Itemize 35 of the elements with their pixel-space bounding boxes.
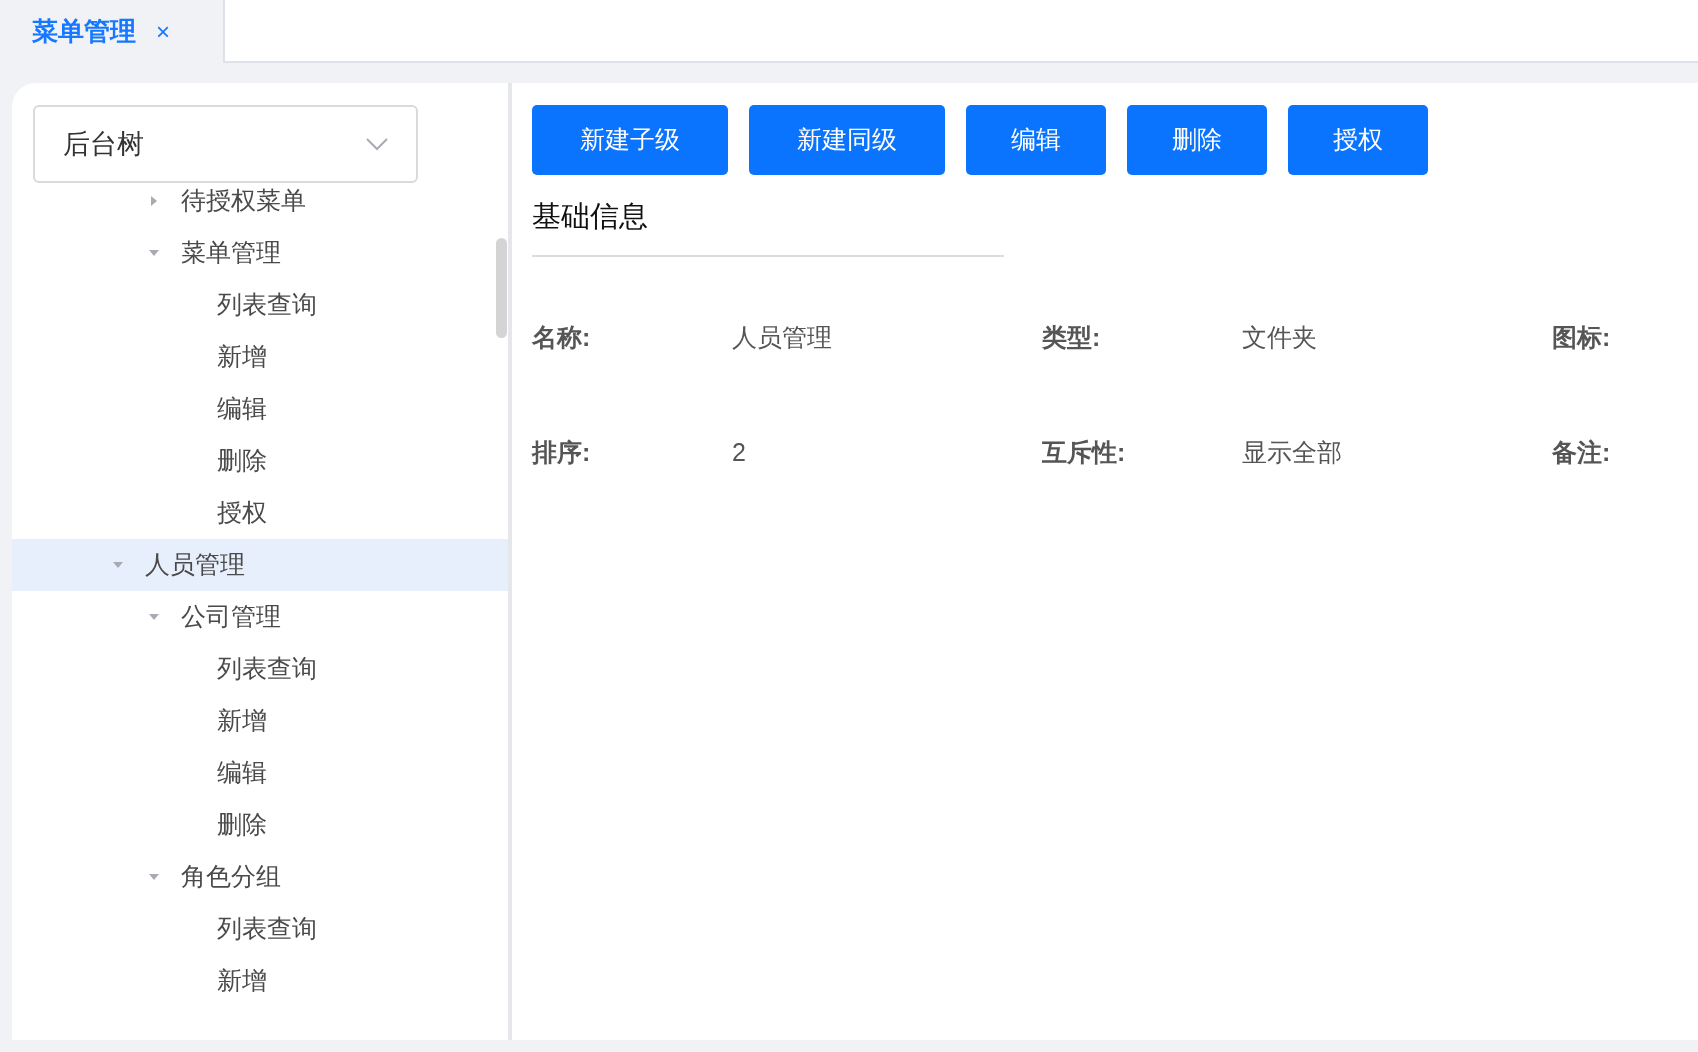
tree-item[interactable]: 编辑	[12, 383, 508, 435]
tree-item[interactable]: 新增	[12, 331, 508, 383]
tree-item[interactable]: 角色分组	[12, 851, 508, 903]
action-button[interactable]: 编辑	[966, 105, 1106, 175]
field-label: 名称:	[532, 321, 591, 353]
tree-item[interactable]: 编辑	[12, 747, 508, 799]
field-value: 人员管理	[732, 321, 832, 353]
close-icon[interactable]: ×	[156, 13, 170, 50]
chevron-down-icon[interactable]	[366, 137, 388, 151]
section-title: 基础信息	[532, 200, 648, 232]
tree-item[interactable]: 菜单管理	[12, 227, 508, 279]
scrollbar-thumb[interactable]	[496, 238, 507, 338]
field-value: 显示全部	[1242, 437, 1342, 468]
tree-item[interactable]: 列表查询	[12, 643, 508, 695]
field-label: 排序:	[532, 437, 591, 468]
tree-item[interactable]: 新增	[12, 955, 508, 1007]
field-value: 2	[732, 437, 746, 468]
tree-item[interactable]: 人员管理	[12, 539, 508, 591]
tree-item[interactable]: 新增	[12, 695, 508, 747]
tree-item[interactable]: 列表查询	[12, 903, 508, 955]
action-button[interactable]: 授权	[1288, 105, 1428, 175]
field-label: 互斥性:	[1042, 437, 1126, 468]
tree-item[interactable]: 公司管理	[12, 591, 508, 643]
tree-item[interactable]: 删除	[12, 435, 508, 487]
field-label: 备注:	[1552, 437, 1611, 468]
tree-item[interactable]: 列表查询	[12, 279, 508, 331]
tree-item[interactable]: 删除	[12, 799, 508, 851]
field-value: 文件夹	[1242, 321, 1317, 353]
action-button[interactable]: 新建同级	[749, 105, 945, 175]
tree-item[interactable]: 授权	[12, 487, 508, 539]
action-button[interactable]: 新建子级	[532, 105, 728, 175]
field-label: 图标:	[1552, 321, 1611, 353]
select-field[interactable]: 后台树	[33, 105, 418, 183]
action-button[interactable]: 删除	[1127, 105, 1267, 175]
field-label: 类型:	[1042, 321, 1101, 353]
